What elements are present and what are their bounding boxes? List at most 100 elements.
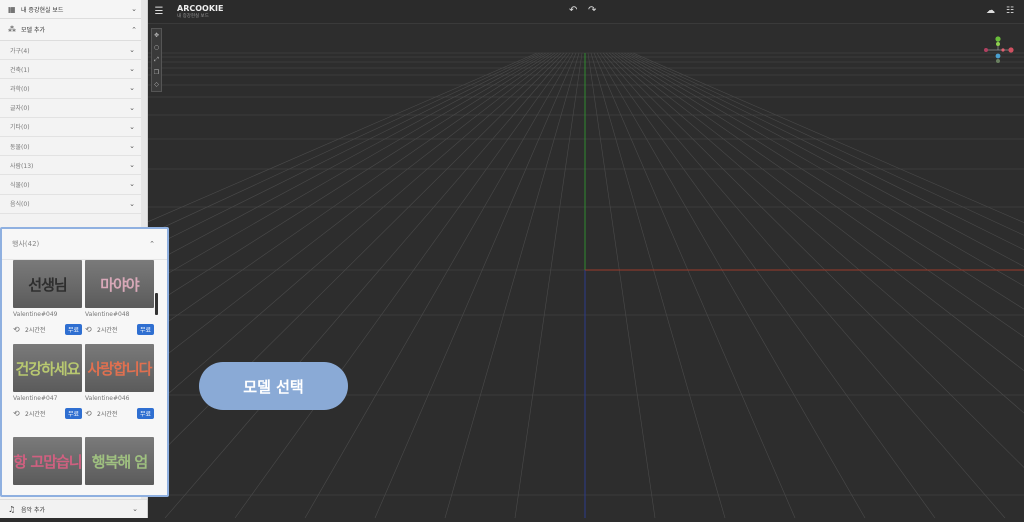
history-icon: ⟲ xyxy=(85,408,92,418)
category-item[interactable]: 동물(0) ⌄ xyxy=(0,136,147,157)
grid-line xyxy=(605,52,1024,468)
category-item[interactable]: 과학(0) ⌄ xyxy=(0,79,147,99)
chevron-down-icon: ⌄ xyxy=(129,161,135,170)
model-thumbnail[interactable]: 사랑합니다 xyxy=(85,344,154,392)
select-model-callout: 모델 선택 xyxy=(199,362,348,410)
grid-line xyxy=(611,52,1024,372)
scale-tool-icon[interactable]: ⤢ xyxy=(154,56,159,64)
category-item[interactable]: 음식(0) ⌄ xyxy=(0,194,147,214)
add-music-label: 음악 추가 xyxy=(21,506,45,514)
grid-line xyxy=(0,52,538,287)
category-label: 행사(42) xyxy=(12,240,40,248)
chevron-up-icon: ⌃ xyxy=(149,240,155,248)
cloud-upload-icon[interactable]: ☁ xyxy=(986,6,995,16)
ar-board-section[interactable]: ▦ 내 증강현실 보드 ⌄ xyxy=(0,0,147,19)
grid-line xyxy=(0,52,547,345)
model-thumbnail[interactable]: 마야야 xyxy=(85,260,154,308)
grid-line xyxy=(623,52,1024,267)
chevron-down-icon: ⌄ xyxy=(129,122,135,131)
thumbnail-text: 마야야 xyxy=(100,275,139,294)
category-item-label: 기타(0) xyxy=(10,124,30,132)
chevron-up-icon: ⌃ xyxy=(131,25,137,34)
chevron-down-icon: ⌄ xyxy=(129,65,135,74)
redo-icon[interactable]: ↷ xyxy=(588,5,596,16)
grid-line xyxy=(593,52,796,519)
ar-board-label: 내 증강현실 보드 xyxy=(21,6,64,14)
panel-scrollbar[interactable] xyxy=(155,293,158,315)
category-list: 가구(4) ⌄ 건축(1) ⌄ 과학(0) ⌄ 글자(0) ⌄ 기타(0) ⌄ 동물(0) ⌄ 사람(1… xyxy=(0,41,147,214)
category-item[interactable]: 가구(4) ⌄ xyxy=(0,41,147,61)
grid-line xyxy=(94,52,565,519)
model-time: 2시간전 xyxy=(25,326,46,334)
transform-toolbar: ✥ ○ ⤢ ❐ ◇ xyxy=(151,28,162,92)
model-time: 2시간전 xyxy=(97,410,118,418)
rotate-tool-icon[interactable]: ○ xyxy=(154,44,159,51)
chevron-down-icon: ⌄ xyxy=(129,84,135,93)
chevron-down-icon: ⌄ xyxy=(129,46,135,55)
model-time: 2시간전 xyxy=(97,326,118,334)
chevron-down-icon: ⌄ xyxy=(129,199,135,208)
category-item-label: 식물(0) xyxy=(10,181,30,189)
category-item-label: 과학(0) xyxy=(10,85,30,93)
copy-tool-icon[interactable]: ❐ xyxy=(154,69,159,76)
grid-line xyxy=(620,52,1024,287)
add-model-section[interactable]: ⁂ 모델 추가 ⌃ xyxy=(0,19,147,41)
category-header[interactable]: 행사(42) ⌃ xyxy=(2,229,167,260)
undo-icon[interactable]: ↶ xyxy=(569,5,577,16)
category-panel: 행사(42) ⌃ 선생님 Valentine#049 ⟲ 2시간전 무료 마야야 Valen… xyxy=(0,227,169,497)
category-item-label: 사람(13) xyxy=(10,162,34,170)
chevron-down-icon: ⌄ xyxy=(129,142,135,151)
grid-line xyxy=(602,52,1006,519)
free-badge: 무료 xyxy=(64,323,82,335)
grid-line xyxy=(0,52,559,484)
model-card[interactable]: 마야야 Valentine#048 ⟲ 2시간전 무료 xyxy=(85,260,154,335)
add-music-section[interactable]: ♫ 음악 추가 ⌄ xyxy=(0,499,147,518)
category-item-label: 건축(1) xyxy=(10,66,30,74)
category-item-label: 음식(0) xyxy=(10,201,30,209)
move-tool-icon[interactable]: ✥ xyxy=(154,32,159,39)
shapes-icon: ⁂ xyxy=(8,25,16,34)
category-item[interactable]: 기타(0) ⌄ xyxy=(0,117,147,137)
model-card[interactable]: 사랑합니다 Valentine#046 ⟲ 2시간전 무료 xyxy=(85,344,154,419)
model-card[interactable]: 항 고맙습니 xyxy=(13,437,82,485)
category-item[interactable]: 건축(1) ⌄ xyxy=(0,60,147,80)
music-note-icon: ♫ xyxy=(8,504,16,514)
model-meta-row: ⟲ 2시간전 무료 xyxy=(13,407,82,419)
thumbnail-text: 항 고맙습니 xyxy=(13,452,82,471)
model-meta-row: ⟲ 2시간전 무료 xyxy=(85,407,154,419)
top-bar: ☰ ARCOOKIE 내 증강현실 보드 ↶ ↷ ☁ ☷ xyxy=(148,0,1024,24)
3d-viewport[interactable] xyxy=(0,25,1024,519)
model-thumbnail[interactable]: 건강하세요 xyxy=(13,344,82,392)
grid-line xyxy=(514,52,583,519)
model-thumbnail[interactable]: 항 고맙습니 xyxy=(13,437,82,485)
title-block: ARCOOKIE 내 증강현실 보드 xyxy=(177,4,223,20)
history-icon: ⟲ xyxy=(85,324,92,334)
category-item[interactable]: 식물(0) ⌄ xyxy=(0,175,147,195)
thumbnail-text: 행복해 엄 xyxy=(91,452,148,471)
category-item[interactable]: 글자(0) ⌄ xyxy=(0,98,147,118)
floor-grid xyxy=(0,52,1024,519)
grid-line xyxy=(587,52,656,519)
grid-line xyxy=(0,52,541,304)
grid-line xyxy=(626,52,1024,251)
grid-line xyxy=(0,52,550,371)
model-card[interactable]: 선생님 Valentine#049 ⟲ 2시간전 무료 xyxy=(13,260,82,335)
grid-line xyxy=(0,52,553,402)
add-model-label: 모델 추가 xyxy=(21,27,45,34)
model-thumbnail[interactable]: 행복해 엄 xyxy=(85,437,154,485)
chevron-down-icon: ⌄ xyxy=(129,180,135,189)
category-item[interactable]: 사람(13) ⌄ xyxy=(0,156,147,176)
model-card[interactable]: 행복해 엄 xyxy=(85,437,154,485)
history-icon: ⟲ xyxy=(13,324,20,334)
axis-gizmo-icon[interactable] xyxy=(980,34,1016,66)
model-time: 2시간전 xyxy=(25,410,46,418)
model-card[interactable]: 건강하세요 Valentine#047 ⟲ 2시간전 무료 xyxy=(13,344,82,419)
app-title: ARCOOKIE xyxy=(177,3,224,13)
model-name: Valentine#046 xyxy=(85,395,130,402)
list-menu-icon[interactable]: ☷ xyxy=(1006,6,1014,16)
menu-icon[interactable]: ☰ xyxy=(148,6,170,17)
model-name: Valentine#047 xyxy=(13,395,58,402)
history-icon: ⟲ xyxy=(13,408,20,418)
model-thumbnail[interactable]: 선생님 xyxy=(13,260,82,308)
erase-tool-icon[interactable]: ◇ xyxy=(154,81,159,88)
